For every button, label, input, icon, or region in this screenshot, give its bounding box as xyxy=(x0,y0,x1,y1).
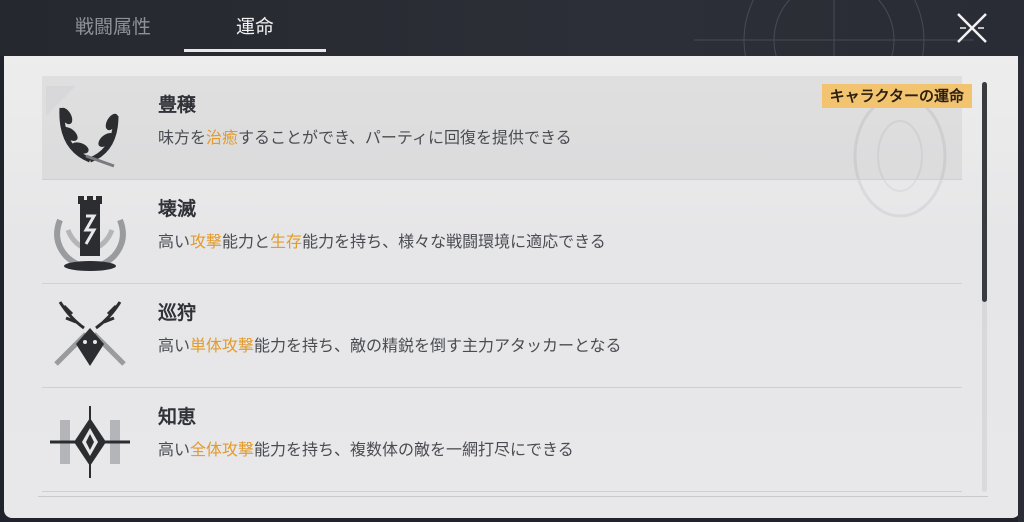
close-button[interactable] xyxy=(950,6,994,50)
highlight-keyword: 単体攻撃 xyxy=(190,336,255,355)
path-description: 高い攻撃能力と生存能力を持ち、様々な戦闘環境に適応できる xyxy=(158,228,606,252)
highlight-keyword: 生存 xyxy=(270,232,303,251)
list-item-abundance[interactable]: 豊穣 味方を治癒することができ、パーティに回復を提供できる キャラクターの運命 xyxy=(42,76,972,180)
path-title: 壊滅 xyxy=(158,198,197,220)
path-panel: 豊穣 味方を治癒することができ、パーティに回復を提供できる キャラクターの運命 … xyxy=(4,56,1020,518)
destruction-tower-icon xyxy=(54,196,126,272)
description-text: することができ、パーティに回復を提供できる xyxy=(238,128,572,147)
description-text: 能力を持ち、複数体の敵を一網打尽にできる xyxy=(254,440,574,459)
highlight-keyword: 攻撃 xyxy=(190,232,223,251)
right-edge-strip xyxy=(1018,56,1024,522)
list-item-destruction[interactable]: 壊滅 高い攻撃能力と生存能力を持ち、様々な戦闘環境に適応できる xyxy=(42,180,962,284)
active-tab-indicator xyxy=(184,49,326,52)
erudition-crystal-icon xyxy=(50,406,130,478)
path-description: 高い全体攻撃能力を持ち、複数体の敵を一網打尽にできる xyxy=(158,436,574,460)
top-bar: 戦闘属性 運命 xyxy=(0,0,1024,56)
description-text: 能力を持ち、敵の精鋭を倒す主力アタッカーとなる xyxy=(254,336,622,355)
list-bottom-divider xyxy=(38,496,988,497)
close-icon xyxy=(957,13,987,43)
list-item-erudition[interactable]: 知恵 高い全体攻撃能力を持ち、複数体の敵を一網打尽にできる xyxy=(42,388,962,492)
list-item-the-hunt[interactable]: 巡狩 高い単体攻撃能力を持ち、敵の精鋭を倒す主力アタッカーとなる xyxy=(42,284,962,388)
path-title: 巡狩 xyxy=(158,302,197,324)
scrollbar-thumb[interactable] xyxy=(982,82,987,302)
path-description: 味方を治癒することができ、パーティに回復を提供できる xyxy=(158,124,572,148)
tab-combat-attributes[interactable]: 戦闘属性 xyxy=(52,0,174,54)
tab-path[interactable]: 運命 xyxy=(184,0,326,54)
path-title: 知恵 xyxy=(158,406,197,428)
highlight-keyword: 全体攻撃 xyxy=(190,440,255,459)
hunt-stag-icon xyxy=(54,301,126,366)
description-text: 高い xyxy=(158,232,191,251)
description-text: 高い xyxy=(158,336,191,355)
path-description: 高い単体攻撃能力を持ち、敵の精鋭を倒す主力アタッカーとなる xyxy=(158,332,622,356)
constellation-decoration-icon xyxy=(694,0,974,56)
abundance-wheat-icon xyxy=(46,86,119,168)
path-list: 豊穣 味方を治癒することができ、パーティに回復を提供できる キャラクターの運命 … xyxy=(42,76,972,498)
description-text: 能力と xyxy=(222,232,271,251)
description-text: 味方を xyxy=(158,128,207,147)
description-text: 能力を持ち、様々な戦闘環境に適応できる xyxy=(302,232,606,251)
character-path-badge: キャラクターの運命 xyxy=(821,84,972,108)
highlight-keyword: 治癒 xyxy=(206,128,239,147)
path-title: 豊穣 xyxy=(158,94,197,116)
scrollbar[interactable] xyxy=(982,82,987,492)
description-text: 高い xyxy=(158,440,191,459)
